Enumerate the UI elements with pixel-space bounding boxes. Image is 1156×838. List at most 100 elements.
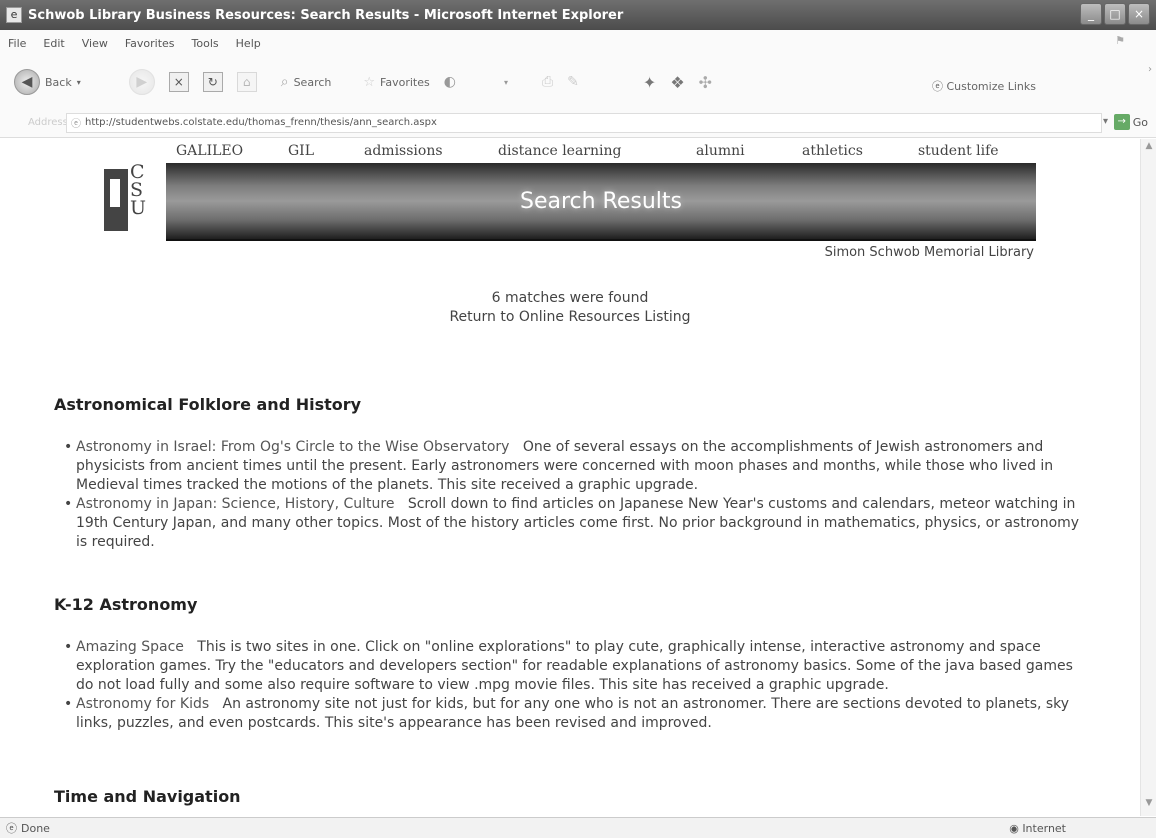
page-icon: ⓔ (71, 119, 81, 130)
window-title: Schwob Library Business Resources: Searc… (28, 7, 624, 23)
back-dropdown-icon[interactable]: ▾ (77, 78, 81, 87)
ie-link-icon: ⓔ (932, 80, 943, 93)
page-banner: Search Results (166, 163, 1036, 241)
back-arrow-icon: ◀ (14, 69, 40, 95)
mail-dropdown-icon: ▾ (503, 77, 508, 87)
library-name: Simon Schwob Memorial Library (824, 245, 1034, 260)
back-button[interactable]: ◀ Back ▾ (14, 69, 81, 95)
search-button[interactable]: ⌕ Search (281, 74, 332, 90)
section-heading: K-12 Astronomy (54, 595, 198, 614)
status-text: Done (21, 821, 50, 835)
nav-distance-learning[interactable]: distance learning (498, 143, 621, 159)
nav-athletics[interactable]: athletics (802, 143, 863, 159)
result-description: An astronomy site not just for kids, but… (76, 696, 1070, 731)
customize-links[interactable]: ⓔ Customize Links (932, 78, 1036, 94)
messenger-button[interactable]: ✦ (643, 73, 656, 92)
logo-tower (104, 169, 128, 231)
nav-alumni[interactable]: alumni (696, 143, 745, 159)
favorites-button[interactable]: ☆ Favorites (363, 75, 429, 90)
forward-arrow-icon: ▶ (128, 69, 155, 95)
refresh-button[interactable]: ↻ (202, 72, 223, 92)
result-item: Astronomy for Kids An astronomy site not… (54, 695, 1094, 733)
vertical-scrollbar[interactable]: ▲ ▼ (1140, 139, 1156, 816)
page-viewport: GALILEO GIL admissions distance learning… (0, 139, 1140, 816)
close-button[interactable]: × (1128, 3, 1150, 25)
address-input[interactable]: ⓔ http://studentwebs.colstate.edu/thomas… (66, 112, 1102, 133)
nav-gil[interactable]: GIL (288, 143, 314, 159)
search-label: Search (293, 75, 332, 89)
nav-galileo[interactable]: GALILEO (176, 143, 243, 159)
go-button[interactable]: → Go (1113, 114, 1148, 130)
result-description: This is two sites in one. Click on "onli… (76, 639, 1073, 693)
result-item: Astronomy in Israel: From Og's Circle to… (54, 438, 1094, 495)
forward-button[interactable]: ▶ (128, 69, 155, 95)
discuss-button[interactable]: ✣ (699, 73, 712, 92)
csu-logo[interactable]: C S U (104, 163, 156, 235)
print-button[interactable]: ⎙ (542, 74, 553, 90)
messenger-icon: ✦ (642, 72, 657, 92)
security-zone: ◉ Internet (1009, 822, 1066, 835)
print-icon: ⎙ (541, 74, 554, 90)
address-url: http://studentwebs.colstate.edu/thomas_f… (85, 117, 437, 128)
banner-title: Search Results (519, 189, 682, 214)
back-label: Back (45, 75, 72, 89)
menu-tools[interactable]: Tools (192, 37, 219, 50)
results-section: Time and Navigation (54, 787, 1094, 806)
stop-button[interactable]: × (168, 72, 189, 92)
menu-file[interactable]: File (8, 37, 26, 50)
windows-flag-icon: ⚑ (1115, 34, 1125, 47)
return-link[interactable]: Return to Online Resources Listing (0, 309, 1140, 325)
scroll-up-icon[interactable]: ▲ (1141, 141, 1156, 157)
home-icon: ⌂ (236, 72, 257, 92)
customize-links-label: Customize Links (946, 80, 1037, 93)
minimize-button[interactable]: _ (1080, 3, 1102, 25)
result-list: Amazing Space This is two sites in one. … (54, 638, 1094, 733)
media-button[interactable]: ◐ (444, 74, 456, 90)
menu-bar: File Edit View Favorites Tools Help ⚑ (0, 30, 1156, 56)
menu-view[interactable]: View (82, 37, 108, 50)
address-label: Address (28, 117, 68, 128)
refresh-icon: ↻ (202, 72, 223, 92)
zone-label: Internet (1022, 822, 1066, 835)
result-item: Amazing Space This is two sites in one. … (54, 638, 1094, 695)
toolbar-chevron-icon[interactable]: › (1148, 64, 1152, 75)
media-icon: ◐ (443, 74, 456, 90)
window-titlebar: e Schwob Library Business Resources: Sea… (0, 0, 1156, 30)
result-link[interactable]: Amazing Space (76, 639, 184, 655)
favorites-label: Favorites (380, 75, 430, 89)
match-count: 6 matches were found (491, 290, 649, 306)
section-heading: Time and Navigation (54, 787, 241, 806)
menu-favorites[interactable]: Favorites (125, 37, 175, 50)
edit-button[interactable]: ✎ (567, 74, 579, 90)
section-heading: Astronomical Folklore and History (54, 395, 362, 414)
results-section: Astronomical Folklore and History Astron… (54, 395, 1094, 552)
address-dropdown-icon[interactable]: ▾ (1103, 116, 1108, 127)
standard-toolbar: ◀ Back ▾ ▶ × ↻ ⌂ ⌕ Search ☆ Favorites ◐ … (0, 56, 1156, 108)
home-button[interactable]: ⌂ (236, 72, 257, 92)
menu-help[interactable]: Help (236, 37, 261, 50)
go-arrow-icon: → (1113, 114, 1130, 130)
results-section: K-12 Astronomy Amazing Space This is two… (54, 595, 1094, 733)
mail-button[interactable]: ▾ (504, 78, 508, 87)
result-link[interactable]: Astronomy in Japan: Science, History, Cu… (76, 496, 394, 512)
nav-admissions[interactable]: admissions (364, 143, 443, 159)
ie-page-icon: e (6, 7, 22, 23)
scroll-down-icon[interactable]: ▼ (1141, 798, 1156, 814)
result-list: Astronomy in Israel: From Og's Circle to… (54, 438, 1094, 552)
edit-icon: ✎ (567, 74, 579, 90)
stop-icon: × (168, 72, 189, 92)
favorites-star-icon: ☆ (363, 74, 376, 90)
menu-edit[interactable]: Edit (43, 37, 64, 50)
internet-globe-icon: ◉ (1009, 822, 1019, 835)
go-label: Go (1132, 115, 1148, 129)
logo-letter-u: U (130, 197, 147, 219)
research-button[interactable]: ❖ (670, 73, 684, 92)
discuss-icon: ✣ (698, 72, 713, 92)
maximize-button[interactable]: □ (1104, 3, 1126, 25)
logo-letters: C S U (130, 163, 147, 219)
status-bar: ⓔ Done ◉ Internet (0, 817, 1156, 838)
window-controls: _ □ × (1080, 3, 1150, 25)
result-link[interactable]: Astronomy in Israel: From Og's Circle to… (76, 439, 509, 455)
result-link[interactable]: Astronomy for Kids (76, 696, 209, 712)
nav-student-life[interactable]: student life (918, 143, 999, 159)
